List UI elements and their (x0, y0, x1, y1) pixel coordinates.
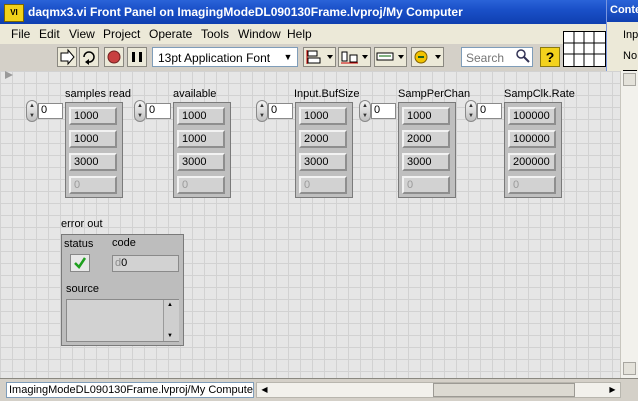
scroll-down-icon[interactable]: ▼ (167, 333, 173, 339)
pause-icon[interactable] (127, 47, 147, 67)
menu-tools[interactable]: Tools (201, 27, 229, 41)
status-label: status (64, 238, 94, 250)
context-help-title[interactable]: Conte (607, 0, 638, 22)
scroll-thumb[interactable] (433, 383, 575, 397)
vertical-scrollbar[interactable] (620, 71, 638, 378)
window-title: daqmx3.vi Front Panel on ImagingModeDL09… (28, 5, 463, 19)
run-arrow-icon[interactable] (57, 47, 77, 67)
input-bufsize-index-control[interactable]: ▲ ▼ 0 (256, 100, 294, 122)
code-label: code (112, 237, 136, 249)
resize-objects-icon[interactable] (374, 47, 407, 67)
increment-decrement-icon[interactable]: ▲ ▼ (26, 100, 38, 122)
horizontal-scrollbar[interactable]: ◀ ▶ (256, 382, 621, 398)
menu-bar: File Edit View Project Operate Tools Win… (0, 24, 606, 45)
menu-edit[interactable]: Edit (39, 27, 60, 41)
resize-triangle-icon (5, 71, 13, 79)
align-objects-icon[interactable] (303, 47, 336, 67)
sampperchan-index-control[interactable]: ▲ ▼ 0 (359, 100, 397, 122)
code-radix: d (115, 257, 122, 269)
search-input[interactable] (464, 49, 520, 67)
menu-file[interactable]: File (11, 27, 30, 41)
samples-read-index-control[interactable]: ▲ ▼ 0 (26, 100, 64, 122)
font-select[interactable]: 13pt Application Font ▼ (152, 47, 298, 67)
increment-decrement-icon[interactable]: ▲ ▼ (359, 100, 371, 122)
menu-help[interactable]: Help (287, 27, 312, 41)
samples-read-index-value[interactable]: 0 (38, 103, 63, 119)
increment-decrement-icon[interactable]: ▲ ▼ (134, 100, 146, 122)
menu-operate[interactable]: Operate (149, 27, 192, 41)
context-help-line: Inp (623, 29, 638, 41)
search-icon[interactable] (516, 49, 530, 66)
sampclk-rate-index-control[interactable]: ▲ ▼ 0 (465, 100, 503, 122)
code-field: d0 (112, 255, 179, 272)
menu-view[interactable]: View (69, 27, 95, 41)
error-out-label: error out (61, 218, 103, 230)
available-index-value[interactable]: 0 (146, 103, 171, 119)
toolbar: 13pt Application Font ▼ ? (0, 44, 606, 72)
check-icon (74, 257, 87, 269)
project-path: ImagingModeDL090130Frame.lvproj/My Compu… (6, 382, 254, 398)
context-help-line: No (623, 50, 638, 62)
connector-pane-icon[interactable] (563, 31, 606, 67)
sampclk-rate-index-value[interactable]: 0 (477, 103, 502, 119)
distribute-objects-icon[interactable] (338, 47, 371, 67)
status-bar: ImagingModeDL090130Frame.lvproj/My Compu… (0, 378, 638, 401)
scroll-right-icon[interactable]: ▶ (606, 383, 619, 397)
scroll-down-icon[interactable] (623, 362, 636, 375)
increment-decrement-icon[interactable]: ▲ ▼ (465, 100, 477, 122)
scroll-up-icon[interactable]: ▲ (167, 302, 173, 308)
source-scrollbar[interactable]: ▲ ▼ (163, 300, 179, 341)
status-indicator (70, 254, 90, 272)
labview-app-icon[interactable]: VI (4, 4, 24, 22)
font-select-value: 13pt Application Font (158, 51, 271, 65)
search-box[interactable] (461, 47, 533, 67)
sampperchan-index-value[interactable]: 0 (371, 103, 396, 119)
scroll-up-icon[interactable] (623, 73, 636, 86)
menu-window[interactable]: Window (238, 27, 281, 41)
context-help-button[interactable]: ? (540, 47, 560, 67)
source-label: source (66, 283, 100, 295)
reorder-icon[interactable] (411, 47, 444, 67)
abort-icon[interactable] (104, 47, 124, 67)
increment-decrement-icon[interactable]: ▲ ▼ (256, 100, 268, 122)
title-bar: VI daqmx3.vi Front Panel on ImagingModeD… (0, 0, 606, 24)
chevron-down-icon[interactable]: ▼ (281, 49, 295, 65)
menu-project[interactable]: Project (103, 27, 140, 41)
available-index-control[interactable]: ▲ ▼ 0 (134, 100, 172, 122)
run-continuously-icon[interactable] (79, 47, 99, 67)
scroll-left-icon[interactable]: ◀ (258, 383, 271, 397)
code-value: 0 (121, 257, 128, 269)
input-bufsize-index-value[interactable]: 0 (268, 103, 293, 119)
